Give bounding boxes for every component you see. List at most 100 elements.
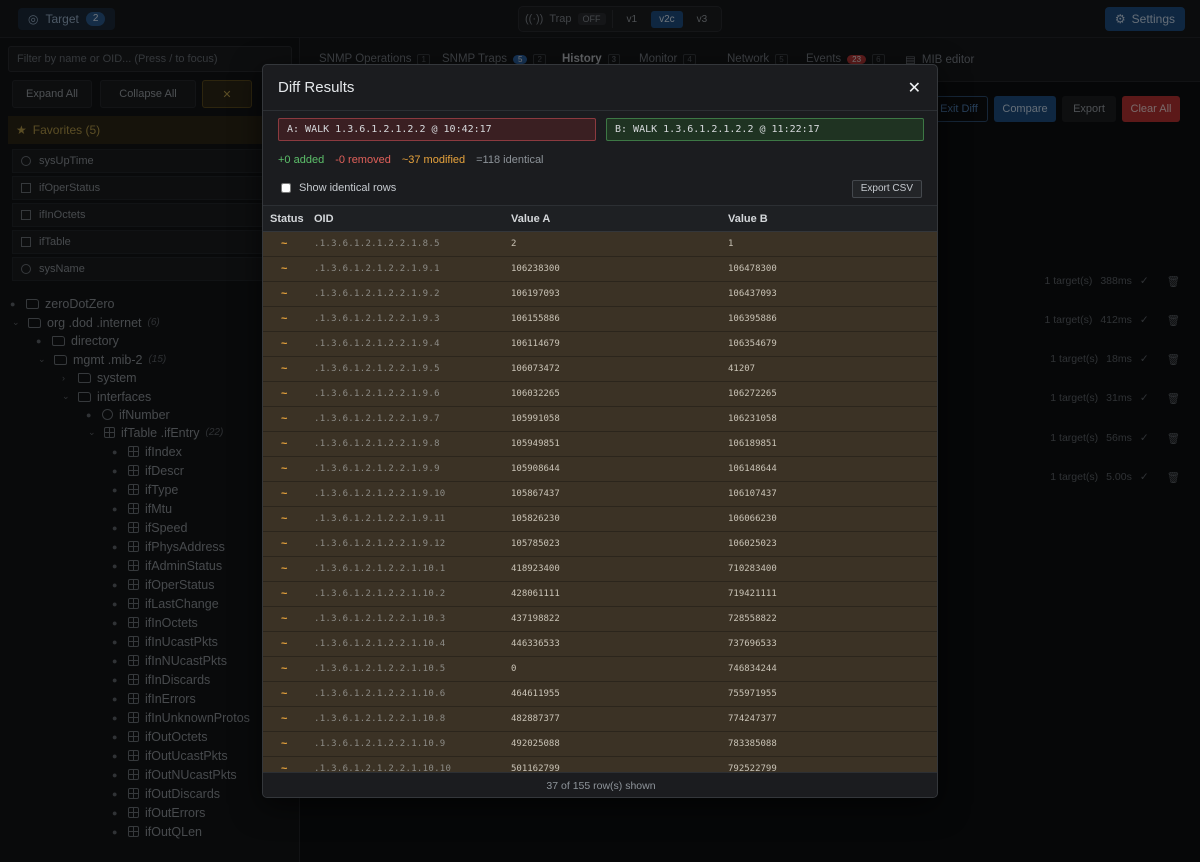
- status-cell: ~: [281, 638, 288, 650]
- diff-summary: +0 added -0 removed ~37 modified =118 id…: [278, 154, 544, 166]
- value-b-cell: 106066230: [728, 514, 777, 524]
- value-a-cell: 106155886: [511, 314, 560, 324]
- value-a-cell: 2: [511, 239, 517, 249]
- value-b-cell: 783385088: [728, 739, 777, 749]
- diff-row: ~ .1.3.6.1.2.1.2.2.1.10.5 0 746834244: [263, 657, 937, 682]
- status-cell: ~: [281, 238, 288, 250]
- walk-a-label: A: WALK 1.3.6.1.2.1.2.2 @ 10:42:17: [278, 118, 596, 141]
- column-header-value-b[interactable]: Value B: [728, 213, 937, 225]
- oid-cell: .1.3.6.1.2.1.2.2.1.9.6: [314, 389, 440, 399]
- oid-cell: .1.3.6.1.2.1.2.2.1.9.5: [314, 364, 440, 374]
- oid-cell: .1.3.6.1.2.1.2.2.1.9.3: [314, 314, 440, 324]
- value-b-cell: 774247377: [728, 714, 777, 724]
- value-b-cell: 41207: [728, 364, 756, 374]
- value-b-cell: 106437093: [728, 289, 777, 299]
- diff-table-body[interactable]: ~ .1.3.6.1.2.1.2.2.1.8.5 2 1 ~ .1.3.6.1.2.1.2…: [263, 232, 937, 772]
- status-cell: ~: [281, 488, 288, 500]
- diff-row: ~ .1.3.6.1.2.1.2.2.1.9.6 106032265 10627226…: [263, 382, 937, 407]
- status-cell: ~: [281, 738, 288, 750]
- value-a-cell: 106032265: [511, 389, 560, 399]
- diff-row: ~ .1.3.6.1.2.1.2.2.1.10.1 418923400 7102834…: [263, 557, 937, 582]
- value-a-cell: 106197093: [511, 289, 560, 299]
- diff-row: ~ .1.3.6.1.2.1.2.2.1.9.12 105785023 1060250…: [263, 532, 937, 557]
- value-a-cell: 105991058: [511, 414, 560, 424]
- diff-row: ~ .1.3.6.1.2.1.2.2.1.9.10 105867437 1061074…: [263, 482, 937, 507]
- oid-cell: .1.3.6.1.2.1.2.2.1.10.5: [314, 664, 446, 674]
- close-icon: ✕: [907, 80, 921, 97]
- value-b-cell: 719421111: [728, 589, 777, 599]
- oid-cell: .1.3.6.1.2.1.2.2.1.9.2: [314, 289, 440, 299]
- value-a-cell: 105949851: [511, 439, 560, 449]
- column-header-status[interactable]: Status: [263, 213, 314, 225]
- oid-cell: .1.3.6.1.2.1.2.2.1.10.2: [314, 589, 446, 599]
- status-cell: ~: [281, 263, 288, 275]
- diff-row: ~ .1.3.6.1.2.1.2.2.1.10.6 464611955 7559719…: [263, 682, 937, 707]
- oid-cell: .1.3.6.1.2.1.2.2.1.9.1: [314, 264, 440, 274]
- status-cell: ~: [281, 313, 288, 325]
- status-cell: ~: [281, 613, 288, 625]
- status-cell: ~: [281, 388, 288, 400]
- oid-cell: .1.3.6.1.2.1.2.2.1.9.4: [314, 339, 440, 349]
- diff-row: ~ .1.3.6.1.2.1.2.2.1.9.3 106155886 10639588…: [263, 307, 937, 332]
- diff-row: ~ .1.3.6.1.2.1.2.2.1.9.9 105908644 10614864…: [263, 457, 937, 482]
- value-b-cell: 106395886: [728, 314, 777, 324]
- value-b-cell: 106189851: [728, 439, 777, 449]
- diff-row: ~ .1.3.6.1.2.1.2.2.1.10.10 501162799 792522…: [263, 757, 937, 772]
- value-b-cell: 106231058: [728, 414, 777, 424]
- status-cell: ~: [281, 563, 288, 575]
- identical-count: =118 identical: [476, 154, 544, 166]
- value-a-cell: 482887377: [511, 714, 560, 724]
- removed-count: -0 removed: [335, 154, 391, 166]
- status-cell: ~: [281, 413, 288, 425]
- value-b-cell: 737696533: [728, 639, 777, 649]
- row-count-footer: 37 of 155 row(s) shown: [263, 772, 937, 797]
- value-a-cell: 437198822: [511, 614, 560, 624]
- show-identical-toggle[interactable]: Show identical rows: [281, 182, 396, 194]
- value-a-cell: 105908644: [511, 464, 560, 474]
- diff-row: ~ .1.3.6.1.2.1.2.2.1.8.5 2 1: [263, 232, 937, 257]
- oid-cell: .1.3.6.1.2.1.2.2.1.10.6: [314, 689, 446, 699]
- status-cell: ~: [281, 363, 288, 375]
- export-csv-button[interactable]: Export CSV: [851, 180, 922, 198]
- status-cell: ~: [281, 663, 288, 675]
- oid-cell: .1.3.6.1.2.1.2.2.1.9.8: [314, 439, 440, 449]
- oid-cell: .1.3.6.1.2.1.2.2.1.10.1: [314, 564, 446, 574]
- show-identical-label: Show identical rows: [299, 182, 397, 194]
- value-b-cell: 106107437: [728, 489, 777, 499]
- diff-row: ~ .1.3.6.1.2.1.2.2.1.9.5 106073472 41207: [263, 357, 937, 382]
- oid-cell: .1.3.6.1.2.1.2.2.1.10.9: [314, 739, 446, 749]
- value-a-cell: 105785023: [511, 539, 560, 549]
- column-header-oid[interactable]: OID: [314, 213, 511, 225]
- diff-row: ~ .1.3.6.1.2.1.2.2.1.9.1 106238300 10647830…: [263, 257, 937, 282]
- oid-cell: .1.3.6.1.2.1.2.2.1.8.5: [314, 239, 440, 249]
- oid-cell: .1.3.6.1.2.1.2.2.1.10.4: [314, 639, 446, 649]
- show-identical-checkbox[interactable]: [281, 183, 291, 193]
- oid-cell: .1.3.6.1.2.1.2.2.1.10.10: [314, 764, 452, 772]
- value-b-cell: 106478300: [728, 264, 777, 274]
- value-b-cell: 710283400: [728, 564, 777, 574]
- value-a-cell: 0: [511, 664, 517, 674]
- column-header-value-a[interactable]: Value A: [511, 213, 728, 225]
- diff-row: ~ .1.3.6.1.2.1.2.2.1.10.3 437198822 7285588…: [263, 607, 937, 632]
- status-cell: ~: [281, 688, 288, 700]
- walk-b-label: B: WALK 1.3.6.1.2.1.2.2 @ 11:22:17: [606, 118, 924, 141]
- status-cell: ~: [281, 713, 288, 725]
- value-a-cell: 106073472: [511, 364, 560, 374]
- app-root: ◎ Target 2 ((·)) Trap OFF v1 v2c v3 ⚙ Se…: [0, 0, 1200, 862]
- status-cell: ~: [281, 763, 288, 772]
- value-a-cell: 105826230: [511, 514, 560, 524]
- oid-cell: .1.3.6.1.2.1.2.2.1.9.10: [314, 489, 446, 499]
- value-a-cell: 105867437: [511, 489, 560, 499]
- close-button[interactable]: ✕: [908, 78, 921, 98]
- value-a-cell: 492025088: [511, 739, 560, 749]
- status-cell: ~: [281, 338, 288, 350]
- status-cell: ~: [281, 538, 288, 550]
- added-count: +0 added: [278, 154, 325, 166]
- status-cell: ~: [281, 513, 288, 525]
- value-b-cell: 106354679: [728, 339, 777, 349]
- diff-row: ~ .1.3.6.1.2.1.2.2.1.10.4 446336533 7376965…: [263, 632, 937, 657]
- value-a-cell: 418923400: [511, 564, 560, 574]
- value-b-cell: 746834244: [728, 664, 777, 674]
- value-a-cell: 106238300: [511, 264, 560, 274]
- diff-row: ~ .1.3.6.1.2.1.2.2.1.9.11 105826230 1060662…: [263, 507, 937, 532]
